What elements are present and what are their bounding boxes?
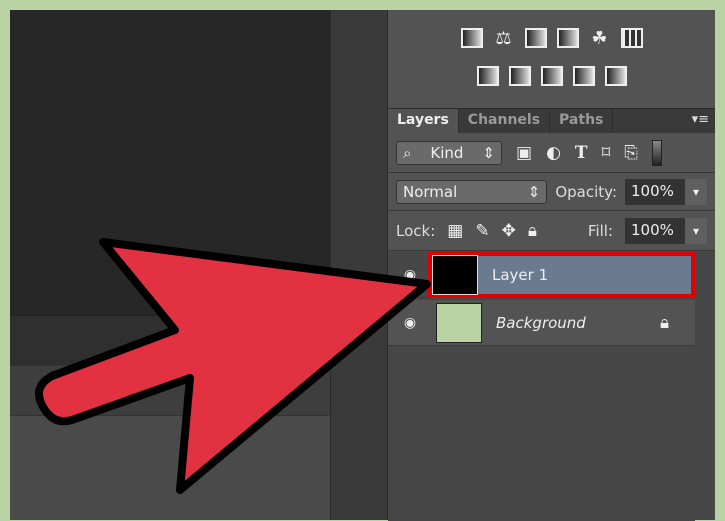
red-arrow-shape bbox=[34, 238, 431, 494]
annotation-arrow bbox=[34, 238, 431, 494]
